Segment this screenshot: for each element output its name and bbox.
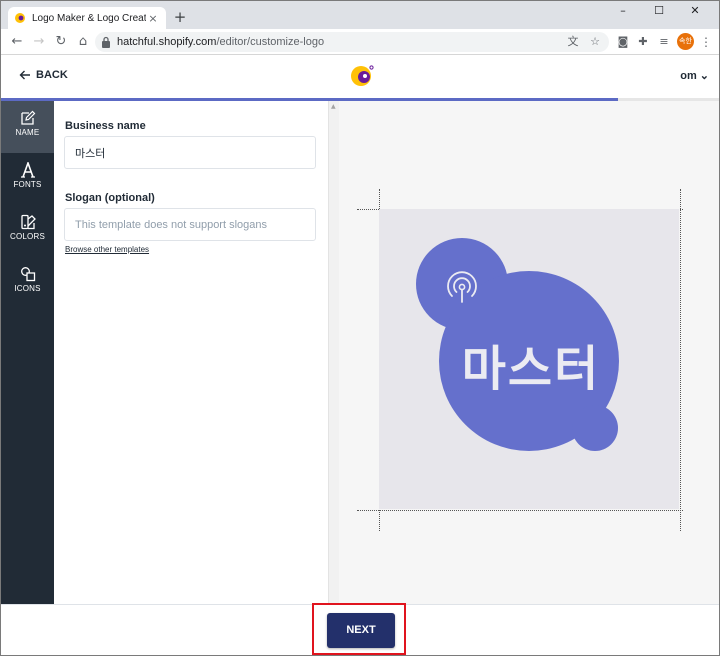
editor-sidebar: NAME FONTS COLORS ICONS	[1, 101, 54, 604]
browser-window: Logo Maker & Logo Creator - F × + – ☐ ✕ …	[0, 0, 720, 656]
hatchful-favicon-icon	[15, 13, 25, 23]
sidebar-item-label: FONTS	[13, 180, 42, 189]
address-bar[interactable]: hatchful.shopify.com/editor/customize-lo…	[95, 32, 609, 52]
name-form-panel: Business name 마스터 Slogan (optional) This…	[54, 101, 330, 604]
browser-toolbar: ← → ↻ ⌂ hatchful.shopify.com/editor/cust…	[1, 29, 719, 55]
logo-canvas[interactable]: 마스터	[379, 209, 679, 509]
slogan-label: Slogan (optional)	[65, 192, 155, 204]
translate-icon[interactable]: 文	[565, 34, 581, 50]
back-button[interactable]: BACK	[19, 69, 68, 81]
back-nav-icon[interactable]: ←	[7, 32, 27, 52]
new-tab-button[interactable]: +	[171, 7, 189, 27]
reload-icon[interactable]: ↻	[51, 32, 71, 52]
scroll-up-icon[interactable]: ▲	[331, 103, 336, 110]
guide-line-right	[680, 189, 681, 531]
logo-preview-area: 마스터	[339, 101, 719, 604]
sidebar-item-colors[interactable]: COLORS	[1, 205, 54, 257]
sidebar-item-label: NAME	[15, 128, 40, 137]
extensions-puzzle-icon[interactable]: ✚	[633, 32, 653, 52]
font-icon	[20, 162, 35, 178]
browser-tab[interactable]: Logo Maker & Logo Creator - F ×	[8, 7, 166, 29]
browser-menu-icon[interactable]: ⋮	[699, 32, 713, 52]
home-icon[interactable]: ⌂	[73, 32, 93, 52]
sidebar-item-name[interactable]: NAME	[1, 101, 54, 153]
slogan-input[interactable]: This template does not support slogans	[64, 208, 316, 241]
broadcast-icon	[447, 271, 477, 303]
sidebar-item-label: COLORS	[10, 232, 45, 241]
window-controls: – ☐ ✕	[605, 1, 713, 21]
media-control-icon[interactable]: ≡	[654, 32, 674, 52]
tab-strip: Logo Maker & Logo Creator - F × + – ☐ ✕	[1, 1, 719, 29]
camera-extension-icon[interactable]: ◙	[613, 32, 633, 52]
business-name-label: Business name	[65, 120, 146, 132]
profile-avatar[interactable]: 속한	[677, 33, 694, 50]
forward-nav-icon[interactable]: →	[29, 32, 49, 52]
hatchful-logo-icon[interactable]	[349, 64, 375, 88]
business-name-input[interactable]: 마스터	[64, 136, 316, 169]
palette-icon	[20, 214, 36, 230]
sidebar-item-icons[interactable]: ICONS	[1, 257, 54, 309]
url-text: hatchful.shopify.com/editor/customize-lo…	[117, 36, 565, 48]
maximize-button[interactable]: ☐	[641, 1, 677, 21]
tab-close-icon[interactable]: ×	[146, 12, 160, 25]
editor-footer: NEXT	[1, 603, 719, 655]
close-window-button[interactable]: ✕	[677, 1, 713, 21]
browse-templates-link[interactable]: Browse other templates	[65, 245, 149, 254]
logo-text: 마스터	[461, 341, 601, 397]
bookmark-star-icon[interactable]: ☆	[587, 34, 603, 50]
guide-line-bottom	[357, 510, 683, 511]
edit-icon	[20, 110, 35, 125]
panel-scrollbar[interactable]: ▲	[328, 101, 339, 604]
minimize-button[interactable]: –	[605, 1, 641, 21]
account-menu[interactable]: om ⌄	[680, 69, 709, 82]
tab-title: Logo Maker & Logo Creator - F	[32, 12, 146, 24]
back-label: BACK	[36, 69, 68, 81]
sidebar-item-fonts[interactable]: FONTS	[1, 153, 54, 205]
shapes-icon	[20, 267, 35, 282]
lock-icon	[102, 36, 110, 48]
url-path: /editor/customize-logo	[216, 36, 325, 48]
url-host: hatchful.shopify.com	[117, 36, 217, 48]
app-header: BACK om ⌄	[1, 55, 719, 98]
arrow-left-icon	[19, 70, 30, 80]
next-button[interactable]: NEXT	[327, 613, 395, 648]
sidebar-item-label: ICONS	[14, 284, 41, 293]
